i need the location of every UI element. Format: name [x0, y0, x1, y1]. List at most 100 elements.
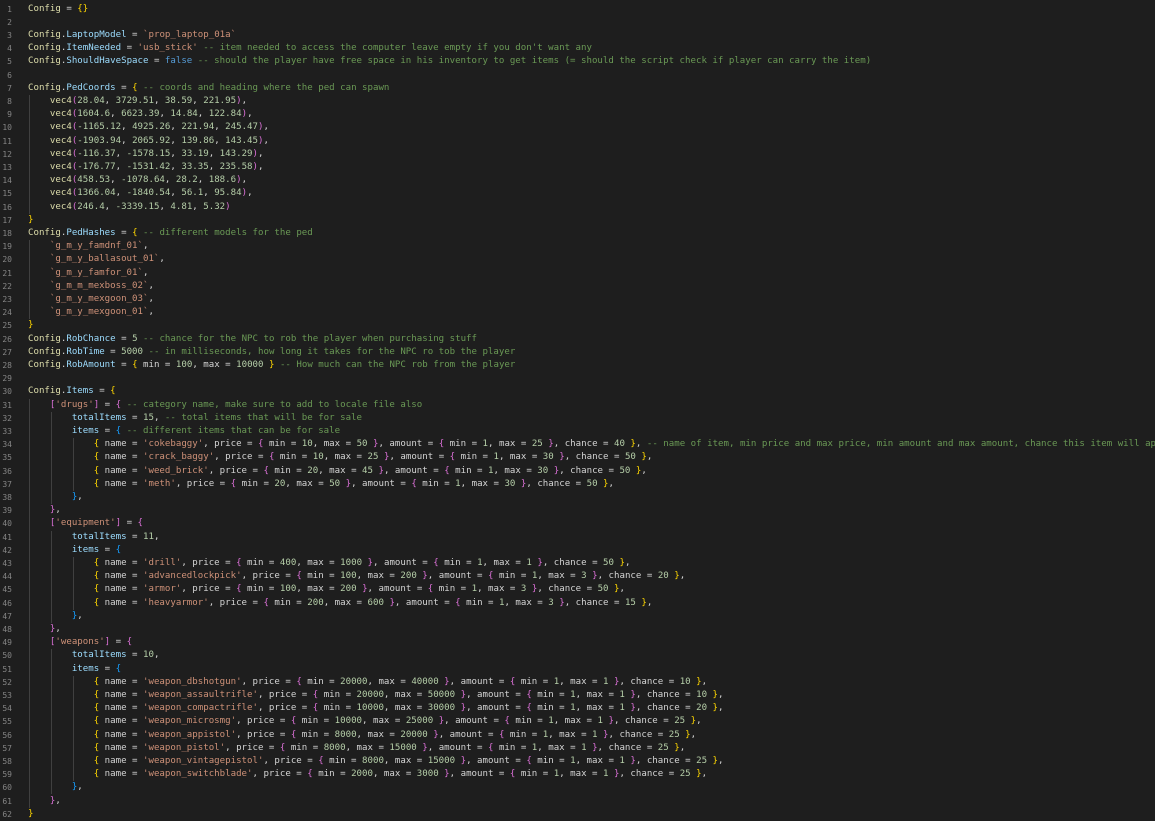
code-text: { name = 'weapon_dbshotgun', price = { m…: [28, 676, 707, 689]
code-line[interactable]: 43 { name = 'drill', price = { min = 400…: [0, 557, 1155, 570]
code-line[interactable]: 10 vec4(-1165.12, 4925.26, 221.94, 245.4…: [0, 121, 1155, 134]
code-token: min =: [438, 557, 478, 568]
code-line[interactable]: 15 vec4(1366.04, -1840.54, 56.1, 95.84),: [0, 187, 1155, 200]
code-line[interactable]: 7 Config.PedCoords = { -- coords and head…: [0, 82, 1155, 95]
line-number: 3: [7, 30, 12, 40]
code-token: , max =: [296, 584, 341, 595]
code-line[interactable]: 40 ['equipment'] = {: [0, 517, 1155, 530]
code-token: 30000: [427, 703, 456, 714]
code-line[interactable]: 12 vec4(-116.37, -1578.15, 33.19, 143.29…: [0, 148, 1155, 161]
code-line[interactable]: 2: [0, 16, 1155, 29]
code-token: , chance =: [542, 557, 604, 568]
code-line[interactable]: 19 `g_m_y_famdnf_01`,: [0, 240, 1155, 253]
code-text: totalItems = 15, -- total items that wil…: [28, 412, 362, 425]
code-token: RobTime: [66, 346, 105, 357]
code-line[interactable]: 55 { name = 'weapon_microsmg', price = {…: [0, 715, 1155, 728]
code-line[interactable]: 29: [0, 372, 1155, 385]
code-line[interactable]: 32 totalItems = 15, -- total items that …: [0, 412, 1155, 425]
code-line[interactable]: 1 Config = {}: [0, 3, 1155, 16]
code-line[interactable]: 58 { name = 'weapon_vintagepistol', pric…: [0, 755, 1155, 768]
code-line[interactable]: 16 vec4(246.4, -3339.15, 4.81, 5.32): [0, 201, 1155, 214]
code-line[interactable]: 30 Config.Items = {: [0, 385, 1155, 398]
code-line[interactable]: 28 Config.RobAmount = { min = 100, max = …: [0, 359, 1155, 372]
code-token: ,: [608, 478, 615, 489]
code-line[interactable]: 61 },: [0, 795, 1155, 808]
indent-guide: [51, 649, 52, 795]
code-line[interactable]: 33 items = { -- different items that can…: [0, 425, 1155, 438]
code-line[interactable]: 11 vec4(-1903.94, 2065.92, 139.86, 143.4…: [0, 135, 1155, 148]
code-line[interactable]: 57 { name = 'weapon_pistol', price = { m…: [0, 742, 1155, 755]
code-token: 4.81: [170, 201, 193, 212]
code-text: { name = 'weapon_vintagepistol', price =…: [28, 755, 724, 768]
code-line[interactable]: 6: [0, 69, 1155, 82]
code-token: 15: [143, 412, 154, 423]
line-number: 14: [2, 176, 12, 186]
code-text: items = {: [28, 544, 121, 557]
code-line[interactable]: 59 { name = 'weapon_switchblade', price …: [0, 768, 1155, 781]
code-text: }: [28, 214, 33, 227]
code-line[interactable]: 47 },: [0, 610, 1155, 623]
code-line[interactable]: 8 vec4(28.04, 3729.51, 38.59, 221.95),: [0, 95, 1155, 108]
code-line[interactable]: 17}: [0, 214, 1155, 227]
code-token: , chance =: [526, 478, 587, 489]
code-line[interactable]: 49 ['weapons'] = {: [0, 636, 1155, 649]
code-token: =: [126, 29, 144, 40]
code-token: , chance =: [619, 769, 680, 780]
code-line[interactable]: 31 ['drugs'] = { -- category name, make …: [0, 399, 1155, 412]
code-line[interactable]: 14 vec4(458.53, -1078.64, 28.2, 188.6),: [0, 174, 1155, 187]
code-line[interactable]: 26 Config.RobChance = 5 -- chance for the…: [0, 333, 1155, 346]
code-line[interactable]: 48 },: [0, 623, 1155, 636]
code-line[interactable]: 27 Config.RobTime = 5000 -- in millisecon…: [0, 346, 1155, 359]
code-line[interactable]: 37 { name = 'meth', price = { min = 20, …: [0, 478, 1155, 491]
code-line[interactable]: 34 { name = 'cokebaggy', price = { min =…: [0, 438, 1155, 451]
code-line[interactable]: 25}: [0, 319, 1155, 332]
code-token: , max =: [323, 452, 368, 463]
code-token: -- coords and heading where the ped can …: [137, 82, 390, 93]
code-line[interactable]: 52 { name = 'weapon_dbshotgun', price = …: [0, 676, 1155, 689]
code-token: 'crack_baggy': [143, 452, 215, 463]
code-token: {: [126, 637, 133, 648]
code-line[interactable]: 51 items = {: [0, 663, 1155, 676]
code-line[interactable]: 44 { name = 'advancedlockpick', price = …: [0, 570, 1155, 583]
code-text: }: [28, 319, 33, 332]
code-token: 458.53: [77, 175, 111, 186]
code-line[interactable]: 35 { name = 'crack_baggy', price = { min…: [0, 451, 1155, 464]
code-line[interactable]: 41 totalItems = 11,: [0, 531, 1155, 544]
code-line[interactable]: 45 { name = 'armor', price = { min = 100…: [0, 583, 1155, 596]
code-token: 10: [679, 676, 691, 687]
code-editor[interactable]: 1 Config = {} 2 3 Config.LaptopModel = `prop…: [0, 0, 1155, 821]
code-line[interactable]: 22 `g_m_m_mexboss_02`,: [0, 280, 1155, 293]
code-line[interactable]: 23 `g_m_y_mexgoon_03`,: [0, 293, 1155, 306]
code-line[interactable]: 56 { name = 'weapon_appistol', price = {…: [0, 729, 1155, 742]
code-token: ,: [679, 742, 686, 753]
code-line[interactable]: 50 totalItems = 10,: [0, 649, 1155, 662]
code-line[interactable]: 38 },: [0, 491, 1155, 504]
code-line[interactable]: 54 { name = 'weapon_compactrifle', price…: [0, 702, 1155, 715]
code-line[interactable]: 24 `g_m_y_mexgoon_01`,: [0, 306, 1155, 319]
code-token: , chance =: [613, 716, 675, 727]
code-line[interactable]: 3 Config.LaptopModel = `prop_laptop_01a`: [0, 29, 1155, 42]
code-line[interactable]: 13 vec4(-176.77, -1531.42, 33.35, 235.58…: [0, 161, 1155, 174]
code-token: =: [99, 544, 116, 555]
code-line[interactable]: 21 `g_m_y_famfor_01`,: [0, 267, 1155, 280]
code-line[interactable]: 46 { name = 'heavyarmor', price = { min …: [0, 597, 1155, 610]
code-line[interactable]: 42 items = {: [0, 544, 1155, 557]
code-line[interactable]: 36 { name = 'weed_brick', price = { min …: [0, 465, 1155, 478]
line-number: 9: [7, 110, 12, 120]
code-line[interactable]: 60 },: [0, 781, 1155, 794]
code-line[interactable]: 62}: [0, 808, 1155, 821]
code-line[interactable]: 4 Config.ItemNeeded = 'usb_stick' -- item…: [0, 42, 1155, 55]
code-line[interactable]: 9 vec4(1604.6, 6623.39, 14.84, 122.84),: [0, 108, 1155, 121]
code-token: 'weapon_switchblade': [143, 769, 253, 780]
code-token: =: [110, 637, 127, 648]
code-line[interactable]: 20 `g_m_y_ballasout_01`,: [0, 253, 1155, 266]
code-line[interactable]: 18 Config.PedHashes = { -- different mode…: [0, 227, 1155, 240]
code-token: totalItems: [71, 531, 127, 542]
code-token: ,: [263, 122, 269, 133]
code-line[interactable]: 39 },: [0, 504, 1155, 517]
code-line[interactable]: 5 Config.ShouldHaveSpace = false -- shoul…: [0, 55, 1155, 68]
code-line[interactable]: 53 { name = 'weapon_assaultrifle', price…: [0, 689, 1155, 702]
